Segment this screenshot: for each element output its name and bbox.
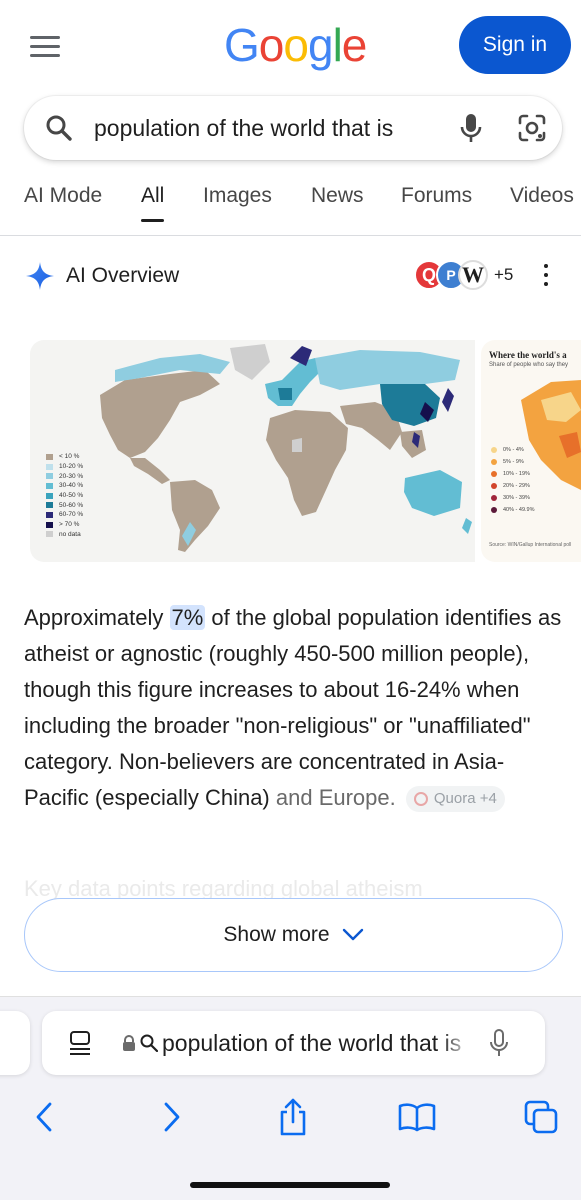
legend-item: no data (46, 530, 83, 540)
answer-text: Approximately (24, 605, 170, 630)
citation-label: Quora +4 (433, 790, 497, 808)
legend-item: 30-40 % (46, 481, 83, 491)
legend-item: 40-50 % (46, 491, 83, 501)
answer-text-tail: and Europe. (275, 785, 396, 810)
side-legend: 0% - 4% 5% - 9% 10% - 19% 20% - 29% 30% … (491, 444, 535, 516)
side-image-title: Where the world's a (489, 350, 567, 360)
highlighted-figure[interactable]: 7% (169, 605, 206, 630)
logo-letter: e (341, 19, 368, 71)
sign-in-button[interactable]: Sign in (459, 16, 571, 74)
sparkle-icon (26, 262, 54, 290)
logo-letter: o (283, 19, 309, 71)
ai-overview-title: AI Overview (66, 264, 180, 287)
ai-overview-header: AI Overview Q P W +5 (0, 254, 581, 298)
citation-chip[interactable]: Quora +4 (405, 786, 505, 813)
logo-letter: g (307, 19, 334, 71)
tab-ai-mode[interactable]: AI Mode (24, 184, 102, 208)
ai-overview-answer: Approximately 7% of the global populatio… (24, 600, 564, 816)
home-indicator[interactable] (190, 1182, 390, 1188)
back-button[interactable] (24, 1097, 64, 1137)
logo-letter: G (224, 19, 260, 71)
legend-item: 50-60 % (46, 500, 83, 510)
forward-button[interactable] (152, 1097, 192, 1137)
url-text[interactable]: population of the world that is (162, 1030, 472, 1057)
microphone-icon[interactable] (490, 1029, 508, 1057)
legend-item: > 70 % (46, 520, 83, 530)
side-image-source: Source: WIN/Gallup International poll (489, 542, 572, 548)
side-map-image[interactable]: Where the world's a Share of people who … (481, 340, 581, 562)
side-image-subtitle: Share of people who say they (489, 362, 569, 368)
search-icon (140, 1034, 158, 1052)
legend-item: < 10 % (46, 452, 83, 462)
share-button[interactable] (273, 1097, 313, 1137)
search-input[interactable]: population of the world that is (94, 115, 446, 142)
show-more-button[interactable]: Show more (24, 898, 563, 972)
chevron-down-icon (342, 928, 363, 941)
previous-tab-card[interactable] (0, 1011, 30, 1075)
chevron-left-icon (36, 1102, 52, 1132)
hamburger-menu-icon[interactable] (30, 36, 60, 58)
tab-news[interactable]: News (311, 184, 364, 208)
tab-images[interactable]: Images (203, 184, 272, 208)
tab-forums[interactable]: Forums (401, 184, 472, 208)
tabs-icon (524, 1100, 558, 1134)
google-logo[interactable]: Google (224, 18, 368, 72)
browser-toolbar: population of the world that is (0, 996, 581, 1200)
book-icon (398, 1103, 436, 1132)
microphone-icon[interactable] (458, 112, 484, 144)
wikipedia-icon: W (458, 260, 488, 290)
more-options-icon[interactable] (540, 264, 552, 290)
legend-item: 60-70 % (46, 510, 83, 520)
bookmarks-button[interactable] (397, 1097, 437, 1137)
legend-item: 20-30 % (46, 471, 83, 481)
source-count: +5 (494, 265, 514, 284)
reader-icon[interactable] (68, 1030, 92, 1056)
tabs-button[interactable] (521, 1097, 561, 1137)
map-legend: < 10 % 10-20 % 20-30 % 30-40 % 40-50 % 5… (46, 452, 83, 539)
tab-videos[interactable]: Videos (510, 184, 574, 208)
source-icons-button[interactable]: Q P W +5 (414, 258, 513, 292)
legend-item: 20% - 29% (491, 480, 535, 492)
legend-item: 40% - 49.9% (491, 504, 535, 516)
search-box[interactable]: population of the world that is (24, 96, 562, 160)
header: Google Sign in (0, 0, 581, 92)
logo-letter: o (258, 19, 285, 71)
search-tabs: AI Mode All Images News Forums Videos (0, 176, 581, 236)
world-map-image[interactable]: < 10 % 10-20 % 20-30 % 30-40 % 40-50 % 5… (30, 340, 475, 562)
world-map-graphic (100, 344, 472, 552)
address-bar[interactable]: population of the world that is (42, 1011, 545, 1075)
legend-item: 30% - 39% (491, 492, 535, 504)
legend-item: 10-20 % (46, 462, 83, 472)
legend-item: 0% - 4% (491, 444, 535, 456)
lock-icon (123, 1035, 135, 1051)
search-icon (46, 115, 72, 141)
google-lens-icon[interactable] (516, 112, 548, 144)
legend-item: 10% - 19% (491, 468, 535, 480)
quora-icon (413, 792, 428, 807)
logo-letter: l (332, 19, 343, 71)
show-more-label: Show more (223, 923, 330, 946)
chevron-right-icon (164, 1102, 180, 1132)
legend-item: 5% - 9% (491, 456, 535, 468)
tab-all[interactable]: All (141, 184, 165, 222)
answer-text: of the global population identifies as a… (24, 605, 562, 810)
share-icon (280, 1098, 306, 1136)
